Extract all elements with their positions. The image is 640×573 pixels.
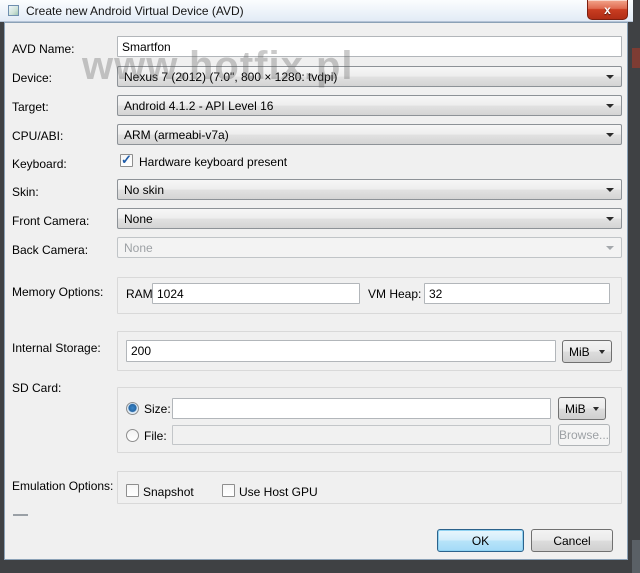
cancel-button[interactable]: Cancel xyxy=(531,529,613,552)
sd-size-radio[interactable] xyxy=(126,402,139,415)
ok-button-label: OK xyxy=(471,533,490,548)
chevron-down-icon xyxy=(606,246,614,250)
chevron-down-icon xyxy=(599,349,605,354)
cpu-abi-select[interactable]: ARM (armeabi-v7a) xyxy=(117,124,622,145)
sd-size-unit-button[interactable]: MiB xyxy=(558,397,606,420)
label-target: Target: xyxy=(12,100,49,114)
sd-size-unit-label: MiB xyxy=(565,401,586,416)
front-camera-select-value: None xyxy=(124,211,153,226)
snapshot-label: Snapshot xyxy=(143,485,194,499)
back-camera-select: None xyxy=(117,237,622,258)
label-cpu-abi: CPU/ABI: xyxy=(12,129,64,143)
close-icon: x xyxy=(604,2,611,17)
label-device: Device: xyxy=(12,71,53,85)
window-title: Create new Android Virtual Device (AVD) xyxy=(26,4,244,18)
vm-heap-label: VM Heap: xyxy=(368,287,422,301)
back-camera-select-value: None xyxy=(124,240,153,255)
chevron-down-icon xyxy=(593,406,599,411)
device-select[interactable]: Nexus 7 (2012) (7.0", 800 × 1280: tvdpi) xyxy=(117,66,622,87)
label-memory-options: Memory Options: xyxy=(12,285,104,299)
label-front-camera: Front Camera: xyxy=(12,214,90,228)
chevron-down-icon xyxy=(606,104,614,108)
sd-size-input[interactable] xyxy=(172,398,551,419)
ram-input[interactable] xyxy=(152,283,360,304)
label-internal-storage: Internal Storage: xyxy=(12,341,101,355)
window-icon xyxy=(8,5,19,16)
chevron-down-icon xyxy=(606,133,614,137)
label-sd-card: SD Card: xyxy=(12,381,62,395)
skin-select[interactable]: No skin xyxy=(117,179,622,200)
background-red-segment xyxy=(632,48,640,68)
skin-select-value: No skin xyxy=(124,182,165,197)
vm-heap-input[interactable] xyxy=(424,283,610,304)
background-light-segment xyxy=(632,540,640,573)
label-keyboard: Keyboard: xyxy=(12,157,67,171)
internal-storage-unit-label: MiB xyxy=(569,344,590,359)
sd-file-label: File: xyxy=(144,429,167,443)
cpu-abi-select-value: ARM (armeabi-v7a) xyxy=(124,127,229,142)
label-emulation-options: Emulation Options: xyxy=(12,479,114,493)
screen: Create new Android Virtual Device (AVD) … xyxy=(0,0,640,573)
label-avd-name: AVD Name: xyxy=(12,42,75,56)
browse-button-label: Browse... xyxy=(559,428,610,442)
snapshot-checkbox[interactable] xyxy=(126,484,139,497)
front-camera-select[interactable]: None xyxy=(117,208,622,229)
separator-dash xyxy=(13,514,28,516)
background-window-strip xyxy=(632,0,640,573)
chevron-down-icon xyxy=(606,75,614,79)
sd-file-input xyxy=(172,425,551,445)
cancel-button-label: Cancel xyxy=(553,533,591,548)
label-skin: Skin: xyxy=(12,185,39,199)
hardware-keyboard-checkbox[interactable] xyxy=(120,154,133,167)
target-select[interactable]: Android 4.1.2 - API Level 16 xyxy=(117,95,622,116)
internal-storage-unit-button[interactable]: MiB xyxy=(562,340,612,363)
device-select-value: Nexus 7 (2012) (7.0", 800 × 1280: tvdpi) xyxy=(124,69,338,84)
check-icon xyxy=(121,152,132,168)
sd-size-label: Size: xyxy=(144,402,171,416)
use-host-gpu-label: Use Host GPU xyxy=(239,485,318,499)
target-select-value: Android 4.1.2 - API Level 16 xyxy=(124,98,274,113)
use-host-gpu-checkbox[interactable] xyxy=(222,484,235,497)
internal-storage-input[interactable] xyxy=(126,340,556,362)
avd-name-input[interactable] xyxy=(117,36,622,57)
browse-button: Browse... xyxy=(558,424,610,446)
sd-file-radio[interactable] xyxy=(126,429,139,442)
label-back-camera: Back Camera: xyxy=(12,243,89,257)
hardware-keyboard-label: Hardware keyboard present xyxy=(139,155,288,169)
close-button[interactable]: x xyxy=(587,0,628,20)
create-avd-dialog: Create new Android Virtual Device (AVD) … xyxy=(0,0,633,573)
chevron-down-icon xyxy=(606,217,614,221)
chevron-down-icon xyxy=(606,188,614,192)
titlebar[interactable]: Create new Android Virtual Device (AVD) xyxy=(0,0,633,22)
ok-button[interactable]: OK xyxy=(437,529,524,552)
